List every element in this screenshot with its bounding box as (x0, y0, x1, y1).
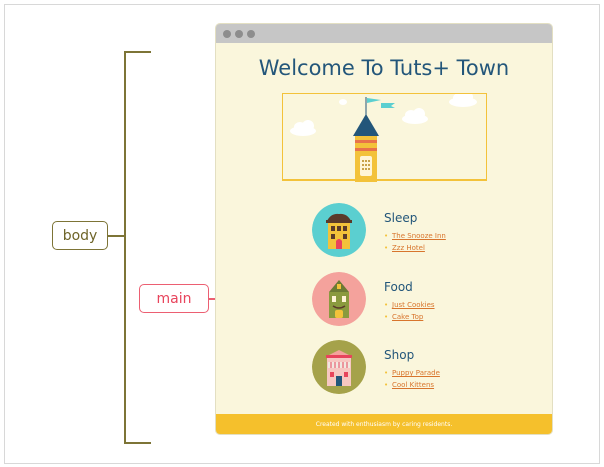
link-just-cookies[interactable]: Just Cookies (384, 299, 435, 311)
hero-illustration (282, 91, 487, 182)
browser-titlebar (216, 24, 552, 43)
link-the-snooze-inn[interactable]: The Snooze Inn (384, 230, 446, 242)
link-zzz-hotel[interactable]: Zzz Hotel (384, 242, 446, 254)
window-dot-icon (235, 29, 243, 38)
bakery-building-icon (312, 272, 366, 326)
browser-window: Welcome To Tuts+ Town Sleep • The Snooze… (216, 24, 552, 434)
page-footer: Created with enthusiasm by caring reside… (216, 414, 552, 434)
link-list: Just Cookies Cake Top (384, 299, 435, 323)
link-puppy-parade[interactable]: Puppy Parade (384, 367, 440, 379)
section-shop: Shop Puppy Parade Cool Kittens (312, 340, 542, 396)
body-bracket-bottom (124, 442, 151, 444)
main-label: main (139, 284, 209, 313)
page-heading: Welcome To Tuts+ Town (258, 56, 510, 80)
window-dot-icon (247, 29, 255, 38)
section-title: Shop (384, 348, 415, 362)
body-bracket-line (124, 52, 126, 443)
body-bracket-connector (107, 235, 125, 237)
link-cool-kittens[interactable]: Cool Kittens (384, 379, 440, 391)
link-list: The Snooze Inn Zzz Hotel (384, 230, 446, 254)
section-food: Food Just Cookies Cake Top (312, 272, 542, 328)
section-title: Sleep (384, 211, 418, 225)
section-title: Food (384, 280, 413, 294)
shop-building-icon (312, 340, 366, 394)
body-bracket-top (124, 51, 151, 53)
hotel-building-icon (312, 203, 366, 257)
body-label: body (52, 221, 108, 250)
section-sleep: Sleep The Snooze Inn Zzz Hotel (312, 203, 542, 259)
link-list: Puppy Parade Cool Kittens (384, 367, 440, 391)
window-dot-icon (223, 29, 231, 38)
link-cake-top[interactable]: Cake Top (384, 311, 435, 323)
clock-tower-icon (290, 91, 477, 182)
